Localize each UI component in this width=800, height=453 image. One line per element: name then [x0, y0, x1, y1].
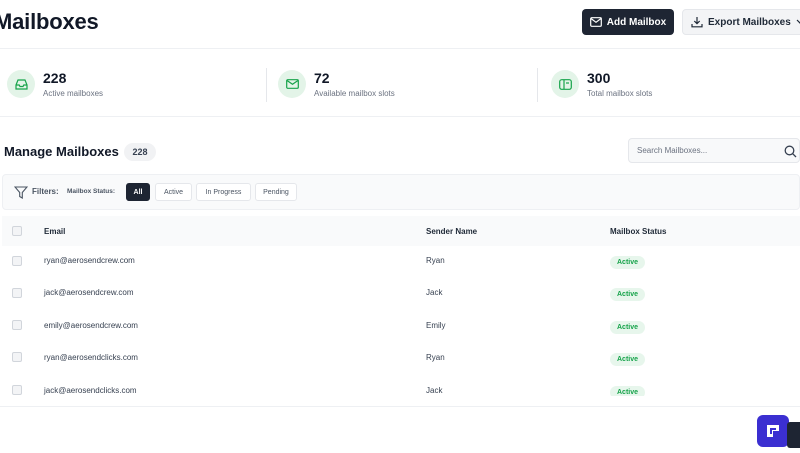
row-email: ryan@aerosendcrew.com	[44, 256, 135, 265]
filter-chip-active[interactable]: Active	[155, 183, 192, 201]
chevron-down-icon	[796, 19, 800, 24]
section-title: Manage Mailboxes	[4, 144, 119, 159]
page-header: Mailboxes Add Mailbox Export Mailboxes	[0, 0, 800, 48]
export-mailboxes-button[interactable]: Export Mailboxes	[682, 9, 800, 35]
stat-total-slots: 300 Total mailbox slots	[551, 64, 652, 104]
table-body: ryan@aerosendcrew.com Ryan Active jack@a…	[0, 246, 800, 396]
stat-value: 72	[314, 70, 330, 86]
table-header: Email Sender Name Mailbox Status	[2, 216, 800, 246]
select-all-checkbox[interactable]	[12, 226, 22, 236]
search-box	[628, 138, 800, 163]
mailbox-count-badge: 228	[124, 143, 156, 161]
filters-label: Filters:	[32, 187, 59, 196]
stat-divider	[266, 68, 267, 102]
status-badge: Active	[610, 353, 646, 366]
inbox-icon	[7, 70, 35, 98]
filter-bar: Filters: Mailbox Status: All Active In P…	[2, 174, 800, 210]
table-row[interactable]: emily@aerosendcrew.com Emily Active	[2, 311, 800, 343]
row-sender-name: Emily	[426, 321, 446, 330]
row-sender-name: Ryan	[426, 353, 445, 362]
column-header-sender-name[interactable]: Sender Name	[426, 227, 477, 236]
download-icon	[691, 17, 703, 28]
stat-value: 300	[587, 70, 611, 86]
envelope-icon	[278, 70, 306, 98]
row-email: jack@aerosendclicks.com	[44, 386, 137, 395]
search-input[interactable]	[637, 146, 777, 155]
search-icon[interactable]	[784, 145, 797, 158]
mail-plus-icon	[589, 17, 602, 27]
header-divider	[0, 48, 800, 49]
filter-chip-all[interactable]: All	[126, 183, 150, 201]
filter-icon	[14, 186, 28, 199]
stat-label: Active mailboxes	[43, 89, 104, 98]
column-header-mailbox-status[interactable]: Mailbox Status	[610, 227, 666, 236]
row-sender-name: Ryan	[426, 256, 445, 265]
side-panel-tab[interactable]	[787, 422, 800, 448]
row-sender-name: Jack	[426, 288, 443, 297]
stat-available-slots: 72 Available mailbox slots	[278, 64, 395, 104]
page-title: Mailboxes	[0, 9, 99, 34]
table-row[interactable]: ryan@aerosendclicks.com Ryan Active	[2, 343, 800, 375]
status-badge: Active	[610, 288, 646, 301]
table-row[interactable]: jack@aerosendclicks.com Jack Active	[2, 376, 800, 396]
column-header-email[interactable]: Email	[44, 227, 65, 236]
mailboxes-page: Mailboxes Add Mailbox Export Mailboxes 2…	[0, 0, 800, 453]
row-email: emily@aerosendcrew.com	[44, 321, 138, 330]
export-mailboxes-label: Export Mailboxes	[708, 16, 791, 28]
row-checkbox[interactable]	[12, 352, 22, 362]
row-sender-name: Jack	[426, 386, 443, 395]
mailbox-icon	[551, 70, 579, 98]
table-row[interactable]: jack@aerosendcrew.com Jack Active	[2, 278, 800, 310]
add-mailbox-label: Add Mailbox	[606, 16, 667, 28]
status-badge: Active	[610, 321, 646, 334]
stat-value: 228	[43, 70, 67, 86]
mailbox-status-label: Mailbox Status:	[67, 188, 116, 195]
table-bottom-divider	[0, 406, 800, 407]
filter-chip-in-progress[interactable]: In Progress	[196, 183, 251, 201]
stat-label: Available mailbox slots	[314, 89, 395, 98]
chat-icon	[767, 425, 779, 437]
status-badge: Active	[610, 386, 646, 396]
stat-divider	[537, 68, 538, 102]
row-checkbox[interactable]	[12, 385, 22, 395]
stat-label: Total mailbox slots	[587, 89, 653, 98]
add-mailbox-button[interactable]: Add Mailbox	[582, 9, 674, 35]
chat-widget-button[interactable]	[757, 415, 789, 447]
filter-chip-pending[interactable]: Pending	[255, 183, 297, 201]
row-checkbox[interactable]	[12, 288, 22, 298]
stat-active-mailboxes: 228 Active mailboxes	[7, 64, 103, 104]
table-row[interactable]: ryan@aerosendcrew.com Ryan Active	[2, 246, 800, 278]
status-badge: Active	[610, 256, 646, 269]
stats-divider	[0, 116, 800, 117]
row-checkbox[interactable]	[12, 320, 22, 330]
row-checkbox[interactable]	[12, 256, 22, 266]
row-email: ryan@aerosendclicks.com	[44, 353, 138, 362]
row-email: jack@aerosendcrew.com	[44, 288, 134, 297]
